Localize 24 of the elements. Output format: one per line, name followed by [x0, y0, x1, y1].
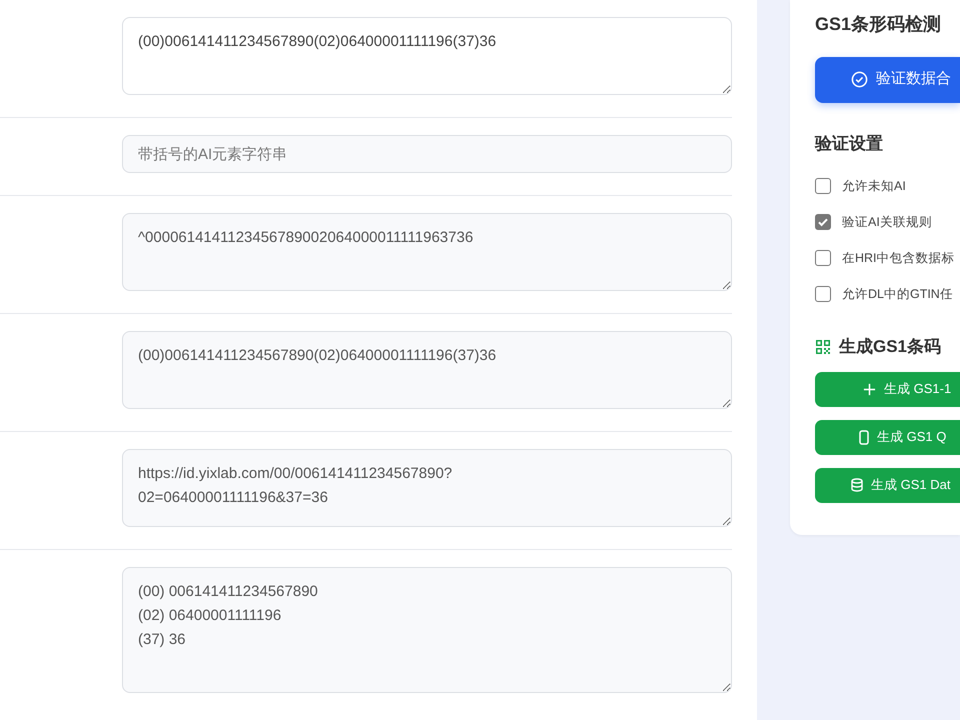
section-title: 验证设置	[815, 132, 884, 155]
checkbox-label: 允许未知AI	[842, 178, 906, 195]
text-area[interactable]: (00)006141411234567890(02)06400001111196(37)36	[122, 17, 732, 95]
verify-button[interactable]: 验证数据合	[815, 56, 960, 103]
input-field[interactable]: 带括号的AI元素字符串	[122, 135, 732, 173]
checkbox-label: 允许DL中的GTIN任	[842, 286, 953, 303]
checkbox[interactable]	[815, 178, 831, 194]
check-circle-icon	[851, 71, 868, 88]
text-area[interactable]: ^0000614141123456789002064000011111963736	[122, 213, 732, 291]
qr-code-icon	[815, 338, 831, 355]
panel-title: GS1条形码检测	[815, 14, 942, 36]
text-area[interactable]: (00)006141411234567890(02)06400001111196(37)36	[122, 331, 732, 409]
checkbox-label: 验证AI关联规则	[842, 214, 932, 231]
text-area[interactable]: (00) 006141411234567890 (02) 06400001111196 (37) 36	[122, 567, 732, 693]
checkbox[interactable]	[815, 214, 831, 230]
checkbox-label: 在HRI中包含数据标	[842, 250, 955, 267]
plus-icon	[863, 382, 876, 396]
checkbox[interactable]	[815, 286, 831, 302]
database-icon	[851, 478, 863, 492]
phone-icon	[859, 430, 869, 445]
text-area[interactable]: https://id.yixlab.com/00/006141411234567890? 02=06400001111196&37=36	[122, 449, 732, 527]
section-title: 生成GS1条码	[839, 336, 942, 358]
check-icon	[817, 216, 829, 228]
checkbox[interactable]	[815, 250, 831, 266]
